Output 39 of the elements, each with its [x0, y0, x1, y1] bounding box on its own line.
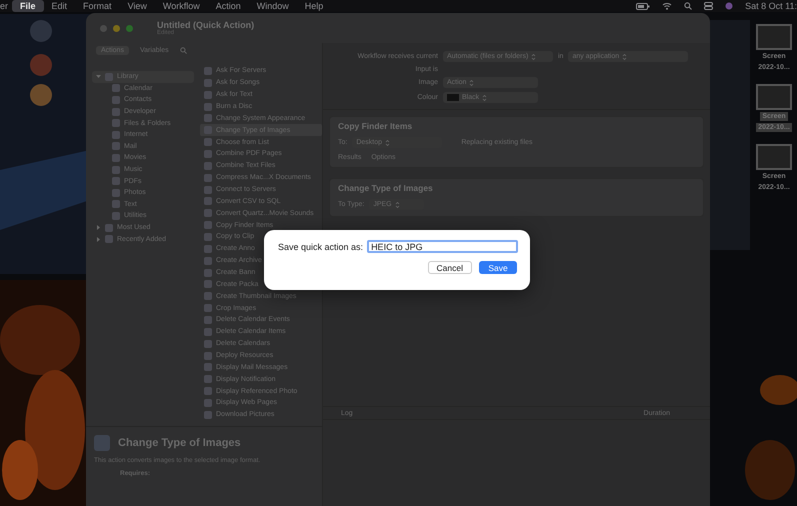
- file-thumbnail[interactable]: [756, 84, 792, 110]
- menu-clock[interactable]: Sat 8 Oct 11:: [745, 1, 797, 11]
- name-field[interactable]: HEIC to JPG: [367, 240, 518, 253]
- siri-icon[interactable]: [725, 2, 734, 10]
- caret-icon: [394, 202, 400, 208]
- disclosure-icon[interactable]: [96, 74, 101, 80]
- caret-icon: [469, 80, 474, 86]
- file-thumbnail[interactable]: [756, 24, 792, 50]
- menu-item[interactable]: View: [120, 0, 155, 12]
- app-menu[interactable]: er: [0, 1, 12, 11]
- disclosure-icon[interactable]: [96, 225, 101, 230]
- menu-item[interactable]: Window: [248, 0, 297, 12]
- file-thumbnail[interactable]: [756, 144, 792, 170]
- wifi-icon[interactable]: [662, 2, 672, 10]
- minimize-button[interactable]: [113, 24, 120, 32]
- colour-swatch: [447, 94, 459, 101]
- cancel-button[interactable]: Cancel: [428, 261, 472, 274]
- control-center-icon[interactable]: [704, 2, 714, 10]
- zoom-button[interactable]: [126, 24, 133, 32]
- menu-item[interactable]: Help: [296, 0, 332, 12]
- action-title: Change Type of Images: [338, 183, 434, 193]
- close-button[interactable]: [100, 24, 107, 32]
- battery-icon[interactable]: [636, 2, 650, 10]
- menu-item[interactable]: Workflow: [154, 0, 208, 12]
- field-label: Save quick action as:: [278, 242, 364, 252]
- action-title: Copy Finder Items: [338, 121, 414, 131]
- menu-item[interactable]: Edit: [44, 0, 76, 12]
- menu-item[interactable]: Action: [208, 0, 249, 12]
- window-title: Untitled (Quick Action): [157, 20, 254, 30]
- disclosure-icon[interactable]: [96, 236, 101, 242]
- menu-item[interactable]: File: [12, 0, 44, 12]
- caret-icon: [531, 54, 536, 60]
- search-icon[interactable]: [684, 2, 692, 10]
- save-button[interactable]: Save: [479, 261, 517, 274]
- description-title: Change Type of Images: [118, 437, 241, 449]
- caret-icon: [482, 94, 488, 100]
- menu-item[interactable]: Format: [75, 0, 120, 12]
- caret-icon: [622, 54, 628, 60]
- caret-icon: [385, 140, 390, 146]
